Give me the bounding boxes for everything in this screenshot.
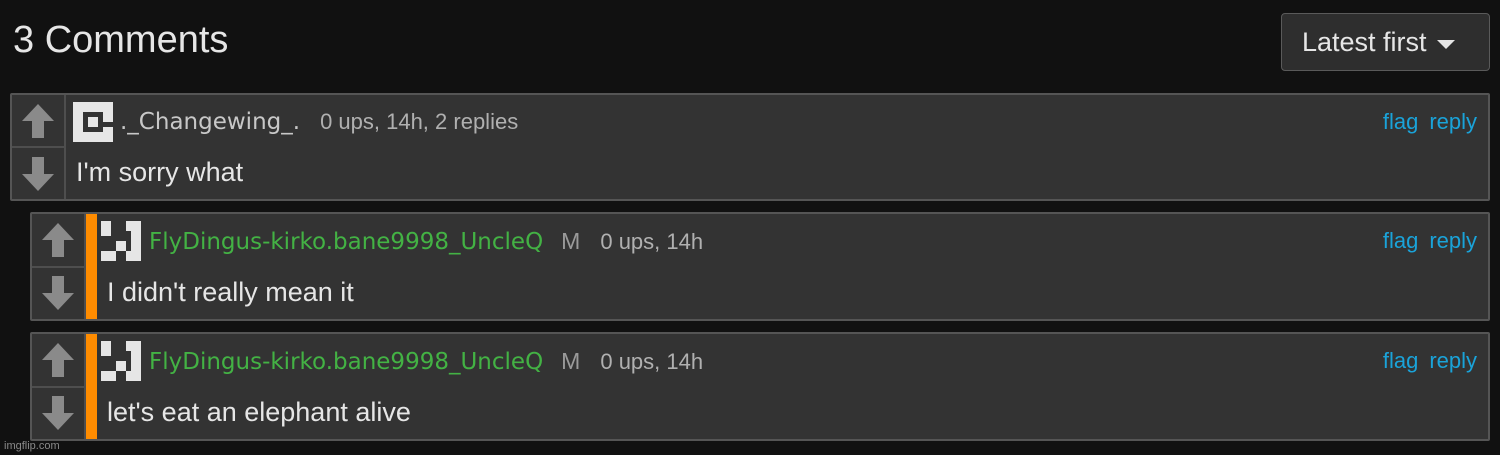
- arrow-down-icon: [42, 396, 74, 431]
- comments-count-title: 3 Comments: [13, 19, 229, 61]
- reply-link[interactable]: reply: [1429, 228, 1477, 254]
- mod-badge: M: [561, 348, 581, 374]
- reply-accent-bar: [86, 214, 97, 319]
- username-link[interactable]: ._Changewing_.: [120, 109, 300, 135]
- reply-link[interactable]: reply: [1429, 348, 1477, 374]
- comment-text: let's eat an elephant alive: [107, 397, 411, 427]
- comment-stats: 0 ups, 14h, 2 replies: [320, 109, 519, 134]
- comment-body: FlyDingus-kirko.bane9998_UncleQ M 0 ups,…: [97, 334, 1488, 439]
- comment-meta: FlyDingus-kirko.bane9998_UncleQ M 0 ups,…: [149, 348, 703, 375]
- comment-item: ._Changewing_. 0 ups, 14h, 2 replies fla…: [10, 93, 1490, 201]
- comment-actions: flag reply: [1383, 348, 1477, 374]
- avatar[interactable]: [101, 221, 141, 261]
- arrow-down-icon: [42, 276, 74, 311]
- vote-controls: [12, 95, 66, 199]
- username-link[interactable]: FlyDingus-kirko.bane9998_UncleQ: [149, 229, 543, 255]
- downvote-button[interactable]: [32, 385, 84, 440]
- comment-text: I'm sorry what: [76, 157, 244, 187]
- comments-section: 3 Comments Latest first ._Changewing_. 0…: [0, 0, 1500, 455]
- arrow-down-icon: [22, 156, 54, 191]
- downvote-button[interactable]: [32, 265, 84, 320]
- arrow-up-icon: [22, 103, 54, 138]
- username-link[interactable]: FlyDingus-kirko.bane9998_UncleQ: [149, 349, 543, 375]
- comment-meta: FlyDingus-kirko.bane9998_UncleQ M 0 ups,…: [149, 228, 703, 255]
- caret-down-icon: [1436, 39, 1455, 49]
- arrow-up-icon: [42, 222, 74, 257]
- comment-meta: ._Changewing_. 0 ups, 14h, 2 replies: [120, 109, 518, 135]
- vote-controls: [32, 214, 86, 319]
- upvote-button[interactable]: [32, 214, 84, 266]
- flag-link[interactable]: flag: [1383, 109, 1418, 135]
- comment-text: I didn't really mean it: [107, 277, 354, 307]
- reply-comment-item: FlyDingus-kirko.bane9998_UncleQ M 0 ups,…: [30, 212, 1490, 321]
- reply-accent-bar: [86, 334, 97, 439]
- upvote-button[interactable]: [32, 334, 84, 386]
- comment-stats: 0 ups, 14h: [600, 349, 704, 374]
- mod-badge: M: [561, 228, 581, 254]
- flag-link[interactable]: flag: [1383, 228, 1418, 254]
- sort-order-label: Latest first: [1302, 26, 1427, 57]
- flag-link[interactable]: flag: [1383, 348, 1418, 374]
- comment-body: FlyDingus-kirko.bane9998_UncleQ M 0 ups,…: [97, 214, 1488, 319]
- avatar[interactable]: [73, 102, 113, 142]
- upvote-button[interactable]: [12, 95, 64, 146]
- imgflip-watermark: imgflip.com: [4, 440, 60, 452]
- reply-link[interactable]: reply: [1429, 109, 1477, 135]
- downvote-button[interactable]: [12, 146, 64, 199]
- avatar[interactable]: [101, 341, 141, 381]
- arrow-up-icon: [42, 342, 74, 377]
- vote-controls: [32, 334, 86, 439]
- comment-actions: flag reply: [1383, 228, 1477, 254]
- comment-stats: 0 ups, 14h: [600, 229, 704, 254]
- reply-comment-item: FlyDingus-kirko.bane9998_UncleQ M 0 ups,…: [30, 332, 1490, 441]
- comment-actions: flag reply: [1383, 109, 1477, 135]
- comment-body: ._Changewing_. 0 ups, 14h, 2 replies fla…: [66, 95, 1488, 199]
- sort-order-dropdown[interactable]: Latest first: [1281, 13, 1490, 71]
